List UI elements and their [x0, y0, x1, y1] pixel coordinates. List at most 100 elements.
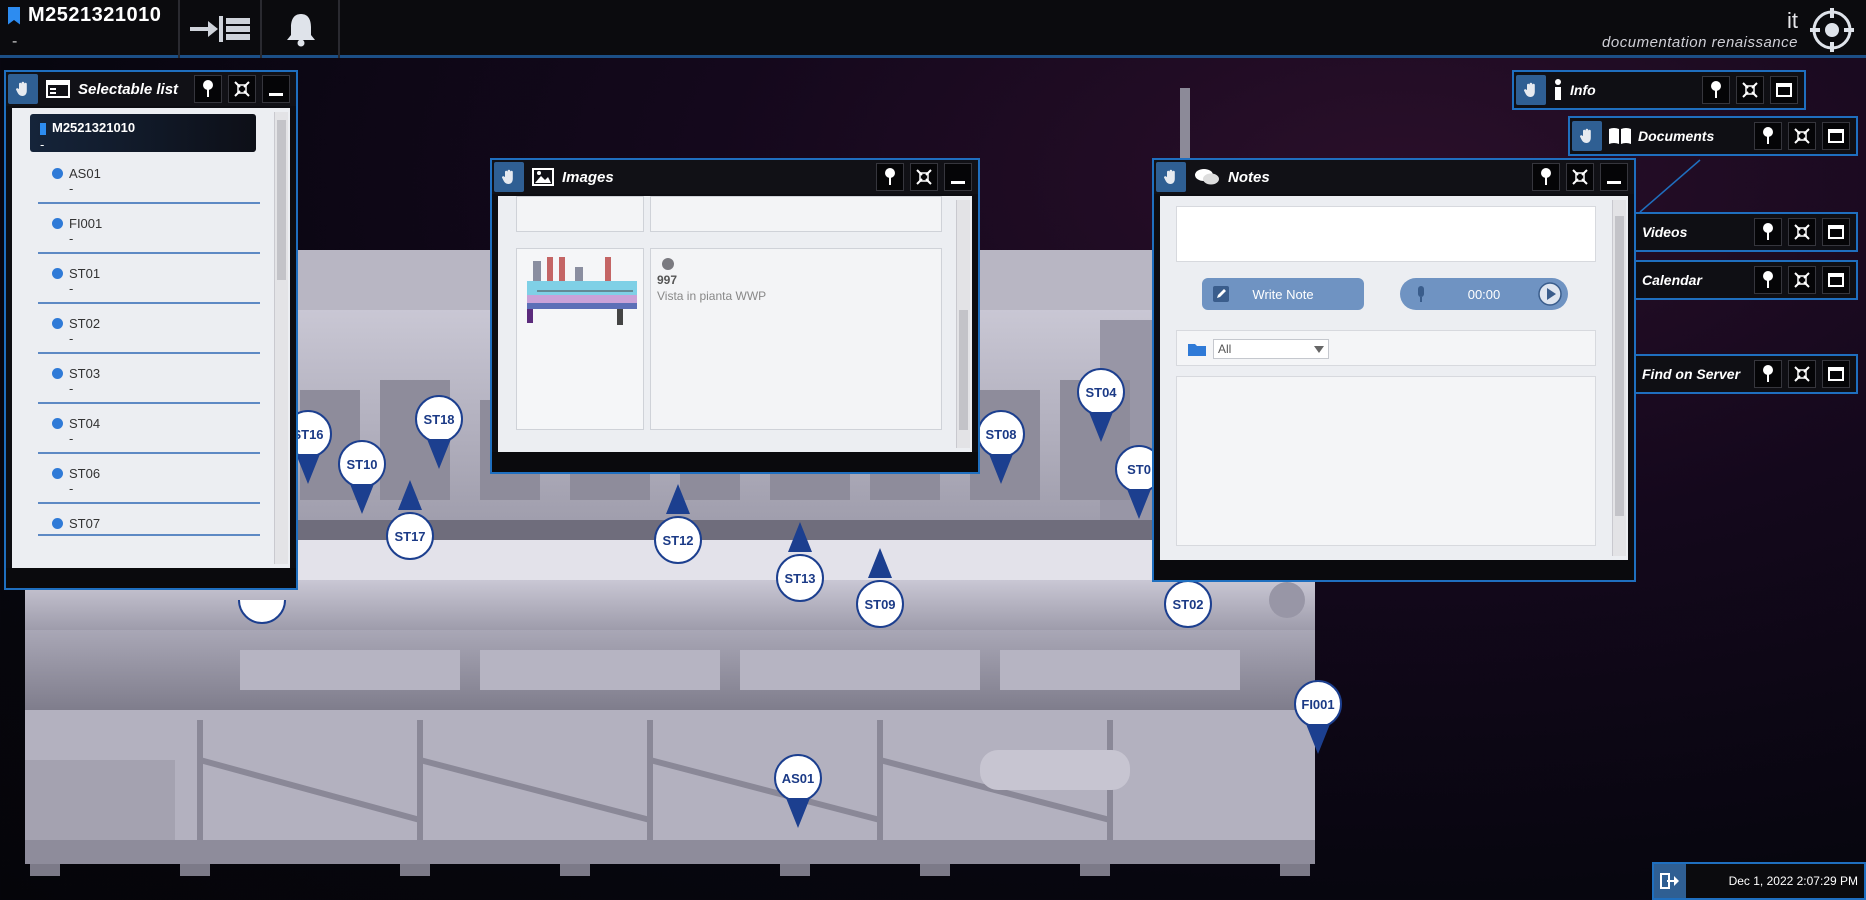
pin-button[interactable]: [1754, 122, 1782, 150]
pin-button[interactable]: [1532, 163, 1560, 191]
panel-header[interactable]: Images: [492, 160, 978, 194]
pin-button[interactable]: [1702, 76, 1730, 104]
marker-st13[interactable]: ST13: [776, 522, 824, 602]
pin-icon: [1711, 81, 1721, 98]
pin-button[interactable]: [1754, 360, 1782, 388]
list-item[interactable]: ST04-: [38, 406, 260, 454]
fullscreen-button[interactable]: [1788, 122, 1816, 150]
drag-handle[interactable]: [1516, 75, 1546, 105]
note-text-area[interactable]: [1176, 206, 1596, 262]
item-sub: -: [69, 381, 74, 396]
logout-button[interactable]: [1654, 864, 1686, 898]
find-on-server-panel[interactable]: Find on Server: [1634, 354, 1858, 394]
restore-button[interactable]: [1822, 122, 1850, 150]
notifications-button[interactable]: [264, 0, 340, 58]
scroll-thumb[interactable]: [959, 310, 968, 430]
item-sub: -: [69, 231, 74, 246]
fullscreen-button[interactable]: [228, 75, 256, 103]
pin-button[interactable]: [1754, 266, 1782, 294]
images-scrollbar[interactable]: [956, 200, 970, 448]
filter-select[interactable]: All: [1213, 339, 1329, 359]
drag-handle[interactable]: [494, 162, 524, 192]
drag-handle[interactable]: [1572, 121, 1602, 151]
collapse-panels-button[interactable]: [182, 0, 262, 58]
fullscreen-button[interactable]: [910, 163, 938, 191]
image-card-thumb-prev[interactable]: [516, 196, 644, 232]
panel-header[interactable]: Notes: [1154, 160, 1634, 194]
marker-st17[interactable]: ST17: [386, 480, 434, 560]
fullscreen-button[interactable]: [1788, 266, 1816, 294]
list-item[interactable]: ST02-: [38, 306, 260, 354]
marker-label: FI001: [1294, 680, 1342, 728]
restore-button[interactable]: [1822, 218, 1850, 246]
item-label: ST01: [69, 266, 101, 281]
minimize-button[interactable]: [1600, 163, 1628, 191]
list-item[interactable]: AS01-: [38, 156, 260, 204]
window-icon: [1828, 367, 1844, 381]
marker-label: AS01: [774, 754, 822, 802]
marker-st02[interactable]: ST02: [1164, 580, 1212, 660]
scroll-thumb[interactable]: [1615, 216, 1624, 516]
logout-icon: [1660, 873, 1679, 889]
marker-st09[interactable]: ST09: [856, 548, 904, 628]
list-item[interactable]: ST03-: [38, 356, 260, 404]
panel-header[interactable]: Selectable list: [6, 72, 296, 106]
list-item[interactable]: ST07-: [38, 506, 260, 536]
videos-panel[interactable]: Videos: [1634, 212, 1858, 252]
panel-footer: [6, 568, 296, 588]
hand-icon: [1163, 169, 1175, 184]
fullscreen-button[interactable]: [1736, 76, 1764, 104]
drag-handle[interactable]: [8, 74, 38, 104]
top-bar: M2521321010 - it documentation renaissan…: [0, 0, 1866, 58]
marker-st18[interactable]: ST18: [415, 395, 463, 475]
item-sub: -: [69, 181, 74, 196]
documents-panel[interactable]: Documents: [1568, 116, 1858, 156]
minimize-button[interactable]: [262, 75, 290, 103]
restore-button[interactable]: [1770, 76, 1798, 104]
image-thumbnail[interactable]: [516, 248, 644, 430]
marker-fi001[interactable]: FI001: [1294, 680, 1342, 760]
marker-label: ST13: [776, 554, 824, 602]
globe-icon: [52, 468, 63, 479]
image-card-details[interactable]: 997 Vista in pianta WWP: [650, 248, 942, 430]
write-note-button[interactable]: Write Note: [1202, 278, 1364, 310]
list-item[interactable]: ST06-: [38, 456, 260, 504]
image-icon: [532, 168, 554, 186]
window-icon: [1828, 225, 1844, 239]
notes-scrollbar[interactable]: [1612, 200, 1626, 556]
panel-title: Find on Server: [1642, 366, 1741, 382]
image-card-info-prev[interactable]: [650, 196, 942, 232]
minimize-button[interactable]: [944, 163, 972, 191]
scroll-thumb[interactable]: [277, 120, 286, 280]
play-icon[interactable]: [1538, 282, 1562, 306]
calendar-panel[interactable]: Calendar: [1634, 260, 1858, 300]
drag-handle[interactable]: [1156, 162, 1186, 192]
marker-partial[interactable]: [238, 600, 286, 630]
list-scrollbar[interactable]: [274, 112, 288, 564]
machine-header[interactable]: M2521321010 -: [0, 0, 180, 58]
panel-footer: [492, 452, 978, 472]
marker-st08[interactable]: ST08: [977, 410, 1025, 490]
marker-st10[interactable]: ST10: [338, 440, 386, 520]
fullscreen-button[interactable]: [1788, 360, 1816, 388]
panel-title: Info: [1570, 82, 1596, 98]
pin-button[interactable]: [1754, 218, 1782, 246]
info-panel[interactable]: Info: [1512, 70, 1806, 110]
machine-subtitle: -: [12, 33, 18, 50]
restore-button[interactable]: [1822, 266, 1850, 294]
pin-button[interactable]: [876, 163, 904, 191]
marker-as01[interactable]: AS01: [774, 754, 822, 834]
marker-st12[interactable]: ST12: [654, 484, 702, 564]
marker-pointer: [989, 454, 1013, 484]
pin-button[interactable]: [194, 75, 222, 103]
list-root-item[interactable]: M2521321010 -: [30, 114, 256, 152]
item-label: FI001: [69, 216, 103, 231]
fullscreen-button[interactable]: [1788, 218, 1816, 246]
marker-st04[interactable]: ST04: [1077, 368, 1125, 448]
restore-button[interactable]: [1822, 360, 1850, 388]
audio-recorder[interactable]: 00:00: [1400, 278, 1568, 310]
list-item[interactable]: FI001-: [38, 206, 260, 254]
fullscreen-button[interactable]: [1566, 163, 1594, 191]
list-item[interactable]: ST01-: [38, 256, 260, 304]
bell-icon: [287, 14, 315, 47]
